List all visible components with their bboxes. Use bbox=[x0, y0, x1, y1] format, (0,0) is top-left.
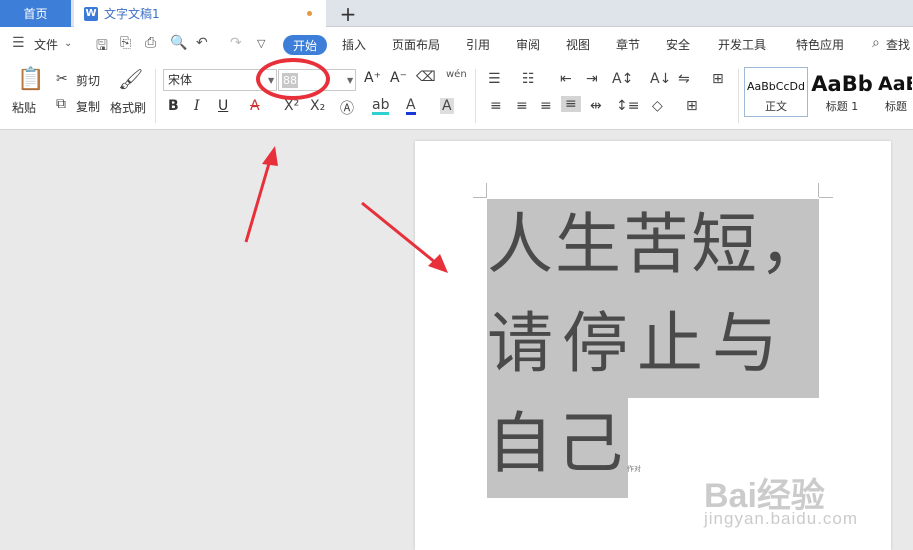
annotation-arrow-up bbox=[244, 159, 272, 243]
annotation-arrowhead bbox=[428, 254, 448, 273]
annotation-arrow-right bbox=[361, 201, 437, 265]
annotation-arrowhead bbox=[262, 146, 278, 166]
annotation-arrows bbox=[244, 146, 448, 273]
